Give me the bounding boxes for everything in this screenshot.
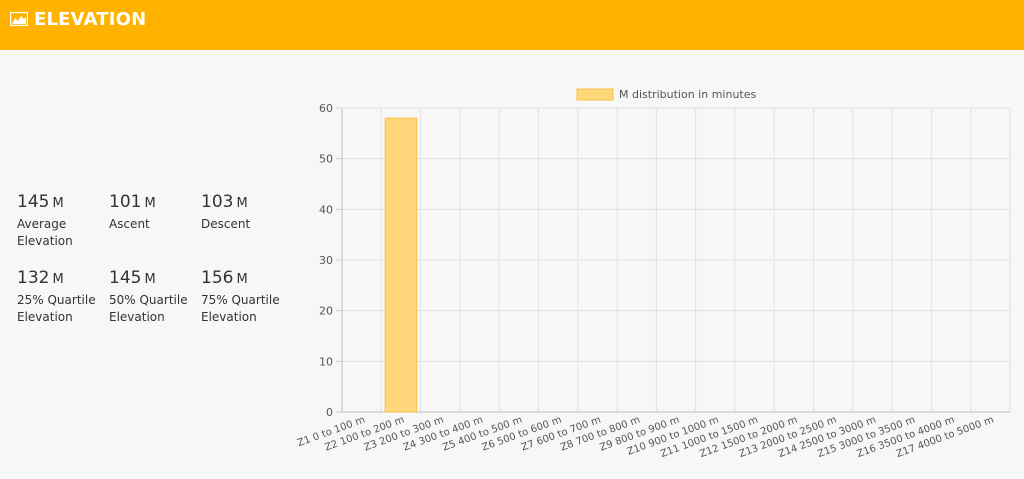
y-tick-label: 30	[319, 254, 333, 267]
y-tick-label: 60	[319, 102, 333, 115]
y-tick-label: 0	[326, 406, 333, 419]
y-tick-label: 10	[319, 355, 333, 368]
y-tick-label: 40	[319, 203, 333, 216]
y-tick-label: 20	[319, 305, 333, 318]
elevation-distribution-chart: 0102030405060Z1 0 to 100 mZ2 100 to 200 …	[296, 88, 1011, 460]
legend-label: M distribution in minutes	[619, 88, 756, 101]
y-tick-label: 50	[319, 153, 333, 166]
bar	[384, 117, 418, 413]
legend-swatch	[576, 88, 614, 101]
